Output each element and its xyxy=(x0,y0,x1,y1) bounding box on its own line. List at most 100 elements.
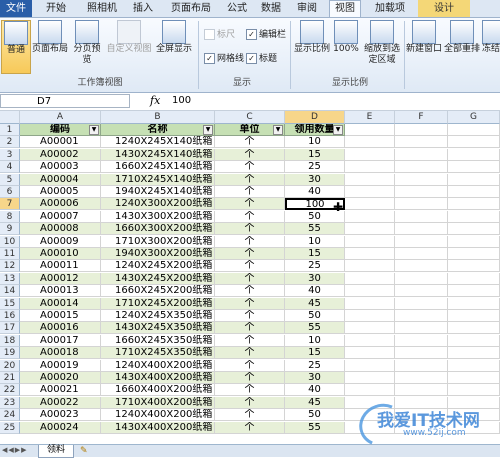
table-cell[interactable]: 30 xyxy=(285,174,345,186)
fx-icon[interactable]: fx xyxy=(150,94,160,107)
table-cell[interactable]: 个 xyxy=(215,198,285,210)
row-header[interactable]: 4 xyxy=(0,161,20,173)
table-cell[interactable]: 个 xyxy=(215,285,285,297)
tab-data[interactable]: 数据 xyxy=(256,0,286,17)
column-title-cell[interactable]: 名称 ▼ xyxy=(101,124,215,136)
table-cell[interactable] xyxy=(448,285,500,297)
tab-insert[interactable]: 插入 xyxy=(128,0,158,17)
tab-page-layout[interactable]: 页面布局 xyxy=(164,0,218,17)
column-header-c[interactable]: C xyxy=(215,111,285,124)
column-header-b[interactable]: B xyxy=(101,111,215,124)
tab-camera[interactable]: 照相机 xyxy=(82,0,122,17)
sheet-nav-icon[interactable]: ◀◀▶▶ xyxy=(2,446,28,454)
row-header[interactable]: 7 xyxy=(0,198,20,210)
table-cell[interactable]: A00002 xyxy=(20,149,101,161)
table-cell[interactable]: 个 xyxy=(215,149,285,161)
table-cell[interactable]: 45 xyxy=(285,397,345,409)
zoom-to-selection-button[interactable]: 缩放到选定区域 xyxy=(362,20,402,72)
table-cell[interactable] xyxy=(395,236,448,248)
table-cell[interactable]: A00015 xyxy=(20,310,101,322)
table-cell[interactable] xyxy=(448,273,500,285)
table-cell[interactable]: 1710X245X140纸箱 xyxy=(101,174,215,186)
table-cell[interactable]: 1240X300X200纸箱 xyxy=(101,198,215,210)
table-cell[interactable]: 个 xyxy=(215,422,285,434)
table-cell[interactable]: 个 xyxy=(215,397,285,409)
table-cell[interactable]: A00010 xyxy=(20,248,101,260)
table-cell[interactable]: 1940X300X200纸箱 xyxy=(101,248,215,260)
table-cell[interactable]: A00022 xyxy=(20,397,101,409)
row-header[interactable]: 5 xyxy=(0,174,20,186)
tab-view[interactable]: 视图 xyxy=(329,0,361,17)
table-cell[interactable]: 25 xyxy=(285,260,345,272)
table-cell[interactable] xyxy=(395,198,448,210)
table-cell[interactable]: A00020 xyxy=(20,372,101,384)
row-header[interactable]: 10 xyxy=(0,236,20,248)
table-cell[interactable]: 个 xyxy=(215,372,285,384)
row-header[interactable]: 16 xyxy=(0,310,20,322)
table-cell[interactable]: 15 xyxy=(285,248,345,260)
filter-dropdown-icon[interactable]: ▼ xyxy=(273,125,283,135)
table-cell[interactable] xyxy=(345,322,395,334)
table-cell[interactable]: 个 xyxy=(215,310,285,322)
table-cell[interactable]: 1940X245X140纸箱 xyxy=(101,186,215,198)
table-cell[interactable] xyxy=(345,124,395,136)
column-header-d[interactable]: D xyxy=(285,111,345,124)
table-cell[interactable] xyxy=(345,273,395,285)
table-cell[interactable]: 个 xyxy=(215,360,285,372)
table-cell[interactable]: 25 xyxy=(285,360,345,372)
select-all-corner[interactable] xyxy=(0,111,20,124)
row-header[interactable]: 19 xyxy=(0,347,20,359)
table-cell[interactable]: 45 xyxy=(285,298,345,310)
row-header[interactable]: 17 xyxy=(0,322,20,334)
table-cell[interactable]: A00012 xyxy=(20,273,101,285)
table-cell[interactable] xyxy=(345,174,395,186)
table-cell[interactable] xyxy=(395,149,448,161)
table-cell[interactable]: 个 xyxy=(215,186,285,198)
ruler-checkbox[interactable]: 标尺 xyxy=(204,28,235,42)
table-cell[interactable]: 1660X245X350纸箱 xyxy=(101,335,215,347)
table-cell[interactable]: 50 xyxy=(285,310,345,322)
table-cell[interactable] xyxy=(395,136,448,148)
table-cell[interactable]: 10 xyxy=(285,136,345,148)
tab-design[interactable]: 设计 xyxy=(418,0,470,17)
table-cell[interactable] xyxy=(395,298,448,310)
zoom-button[interactable]: 显示比例 xyxy=(294,20,330,72)
filter-dropdown-icon[interactable]: ▼ xyxy=(333,125,343,135)
table-cell[interactable] xyxy=(448,335,500,347)
table-cell[interactable]: 个 xyxy=(215,161,285,173)
table-cell[interactable]: 1430X400X200纸箱 xyxy=(101,422,215,434)
table-cell[interactable]: 个 xyxy=(215,409,285,421)
row-header[interactable]: 3 xyxy=(0,149,20,161)
table-cell[interactable] xyxy=(345,260,395,272)
freeze-panes-button[interactable]: 冻结 xyxy=(482,20,500,72)
table-cell[interactable]: 50 xyxy=(285,409,345,421)
insert-sheet-icon[interactable]: ✎ xyxy=(80,446,88,456)
table-cell[interactable]: 个 xyxy=(215,298,285,310)
table-cell[interactable] xyxy=(345,360,395,372)
table-cell[interactable]: 40 xyxy=(285,186,345,198)
row-header[interactable]: 6 xyxy=(0,186,20,198)
row-header[interactable]: 11 xyxy=(0,248,20,260)
table-cell[interactable]: 1430X245X200纸箱 xyxy=(101,273,215,285)
table-cell[interactable] xyxy=(345,248,395,260)
column-header-f[interactable]: F xyxy=(395,111,448,124)
column-title-cell[interactable]: 领用数量 ▼ xyxy=(285,124,345,136)
row-header[interactable]: 8 xyxy=(0,211,20,223)
table-cell[interactable]: 1240X400X200纸箱 xyxy=(101,360,215,372)
row-header[interactable]: 25 xyxy=(0,422,20,434)
table-cell[interactable] xyxy=(395,322,448,334)
table-cell[interactable]: 个 xyxy=(215,174,285,186)
table-cell[interactable] xyxy=(395,360,448,372)
table-cell[interactable] xyxy=(448,248,500,260)
table-cell[interactable]: 个 xyxy=(215,322,285,334)
table-cell[interactable]: A00007 xyxy=(20,211,101,223)
table-cell[interactable] xyxy=(395,347,448,359)
table-cell[interactable] xyxy=(345,236,395,248)
tab-review[interactable]: 审阅 xyxy=(292,0,322,17)
tab-file[interactable]: 文件 xyxy=(0,0,32,17)
row-header[interactable]: 15 xyxy=(0,298,20,310)
table-cell[interactable]: A00016 xyxy=(20,322,101,334)
table-cell[interactable] xyxy=(345,198,395,210)
table-cell[interactable]: A00009 xyxy=(20,236,101,248)
table-cell[interactable]: 1430X400X200纸箱 xyxy=(101,372,215,384)
